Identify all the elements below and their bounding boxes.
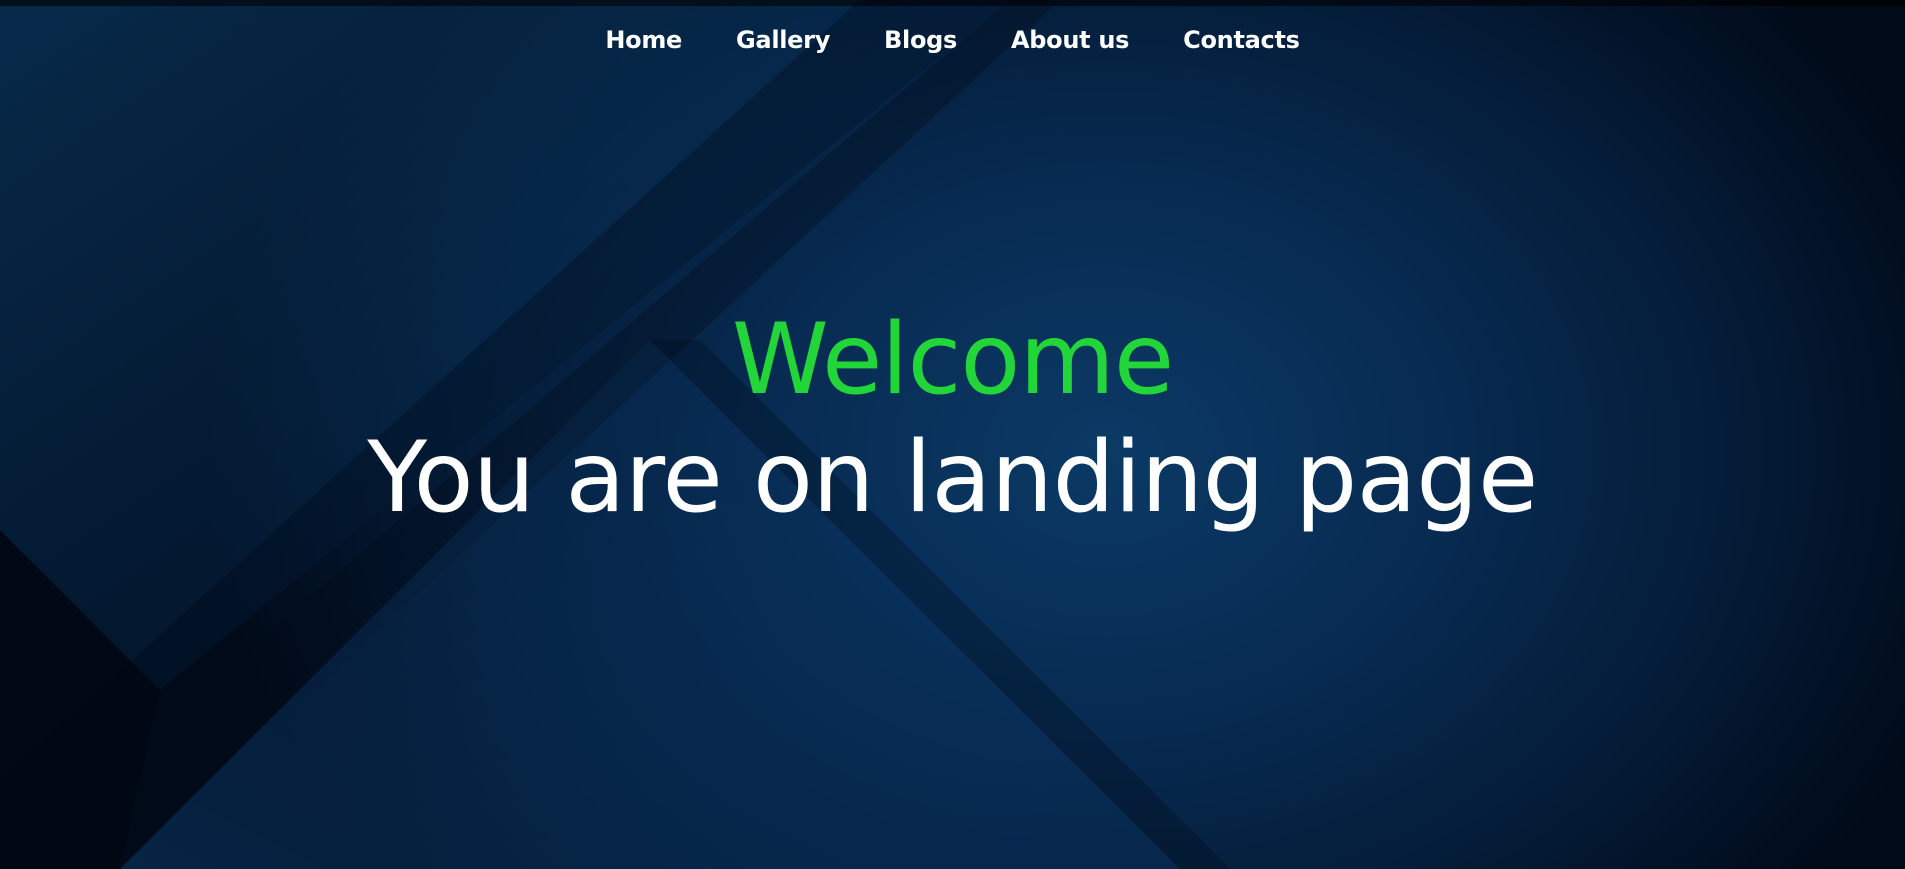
- nav-about-us-link[interactable]: About us: [984, 20, 1156, 60]
- hero-subtitle: You are on landing page: [367, 421, 1538, 535]
- nav-gallery-link[interactable]: Gallery: [709, 20, 857, 60]
- nav-blogs-link[interactable]: Blogs: [857, 20, 984, 60]
- hero-section: Home Gallery Blogs About us Contacts Wel…: [0, 0, 1905, 869]
- main-nav: Home Gallery Blogs About us Contacts: [0, 20, 1905, 60]
- hero-title: Welcome: [731, 303, 1174, 417]
- nav-contacts-link[interactable]: Contacts: [1156, 20, 1326, 60]
- nav-home-link[interactable]: Home: [578, 20, 709, 60]
